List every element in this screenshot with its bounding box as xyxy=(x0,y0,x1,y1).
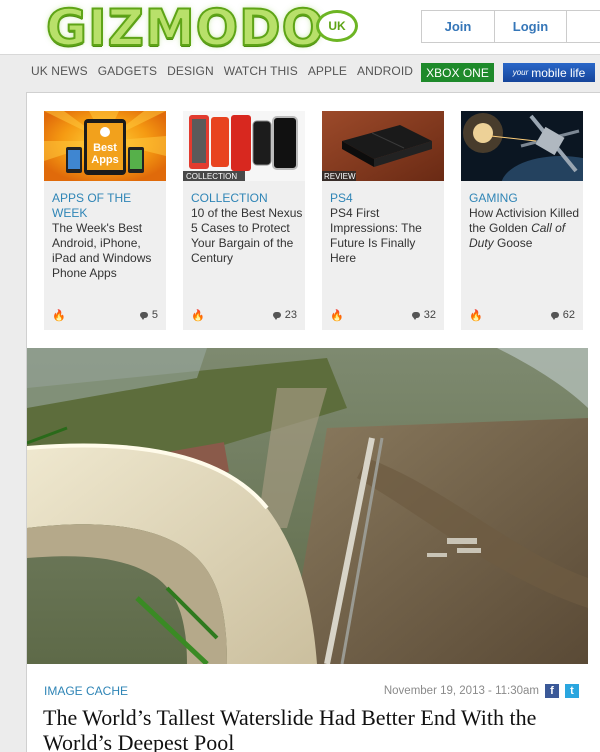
article-hero-image[interactable] xyxy=(27,348,588,664)
comment-count-value: 23 xyxy=(284,309,297,321)
card-ps4[interactable]: REVIEW PS4 PS4 First Impressions: The Fu… xyxy=(322,111,444,330)
card-category[interactable]: APPS OF THE WEEK xyxy=(52,191,162,221)
card-apps-of-the-week[interactable]: Best Apps APPS OF THE WEEK The Week's Be… xyxy=(44,111,166,330)
mobile-life-your: your xyxy=(512,68,529,77)
featured-cards: Best Apps APPS OF THE WEEK The Week's Be… xyxy=(44,111,583,330)
card-title[interactable]: 10 of the Best Nexus 5 Cases to Protect … xyxy=(191,206,305,266)
facebook-icon[interactable]: f xyxy=(545,684,559,698)
nav-item-design[interactable]: DESIGN xyxy=(167,64,214,82)
card-category[interactable]: COLLECTION xyxy=(191,191,301,206)
nav-item-watch-this[interactable]: WATCH THIS xyxy=(224,64,298,82)
gizmodo-logo[interactable]: GIZMODO xyxy=(45,0,325,57)
comment-count[interactable]: 62 xyxy=(550,309,575,321)
nav-item-gadgets[interactable]: GADGETS xyxy=(98,64,157,82)
card-thumbnail[interactable]: COLLECTION xyxy=(183,111,305,181)
article-category[interactable]: IMAGE CACHE xyxy=(44,684,128,698)
card-category[interactable]: GAMING xyxy=(469,191,579,206)
card-footer: 🔥 5 xyxy=(52,308,158,322)
card-footer: 🔥 32 xyxy=(330,308,436,322)
mobile-life-label: mobile life xyxy=(531,65,586,80)
comment-bubble-icon xyxy=(550,312,559,320)
comment-bubble-icon xyxy=(139,312,148,320)
card-image-label: REVIEW xyxy=(324,172,356,181)
login-button[interactable]: Login xyxy=(494,10,566,43)
card-image-label: COLLECTION xyxy=(186,172,237,181)
card-category[interactable]: PS4 xyxy=(330,191,440,206)
nav-item-apple[interactable]: APPLE xyxy=(308,64,347,82)
edition-badge: UK xyxy=(316,10,358,42)
flame-icon: 🔥 xyxy=(330,309,344,322)
card-title-post: Goose xyxy=(497,236,533,250)
card-footer: 🔥 23 xyxy=(191,308,297,322)
flame-icon: 🔥 xyxy=(52,309,66,322)
article-headline[interactable]: The World’s Tallest Waterslide Had Bette… xyxy=(43,705,588,752)
comment-count-value: 5 xyxy=(151,309,158,321)
comment-count[interactable]: 32 xyxy=(411,309,436,321)
card-thumbnail[interactable] xyxy=(461,111,583,181)
site-header: GIZMODO UK Join Login xyxy=(0,0,600,57)
article-meta: IMAGE CACHE November 19, 2013 - 11:30am … xyxy=(44,683,579,699)
comment-count[interactable]: 5 xyxy=(139,309,158,321)
card-collection[interactable]: COLLECTION COLLECTION 10 of the Best Nex… xyxy=(183,111,305,330)
card-footer: 🔥 62 xyxy=(469,308,575,322)
main-nav: UK NEWS GADGETS DESIGN WATCH THIS APPLE … xyxy=(31,64,413,82)
article-date: November 19, 2013 - 11:30am xyxy=(383,685,539,697)
twitter-icon[interactable]: t xyxy=(565,684,579,698)
mobile-life-button[interactable]: your mobile life xyxy=(503,63,595,82)
card-title[interactable]: The Week's Best Android, iPhone, iPad an… xyxy=(52,221,166,281)
svg-text:Apps: Apps xyxy=(91,154,119,166)
comment-bubble-icon xyxy=(411,312,420,320)
comment-count[interactable]: 23 xyxy=(272,309,297,321)
join-button[interactable]: Join xyxy=(421,10,494,43)
comment-count-value: 62 xyxy=(562,309,575,321)
flame-icon: 🔥 xyxy=(191,309,205,322)
svg-text:Best: Best xyxy=(93,142,117,154)
card-title[interactable]: How Activision Killed the Golden Call of… xyxy=(469,206,583,251)
comment-bubble-icon xyxy=(272,312,281,320)
card-title[interactable]: PS4 First Impressions: The Future Is Fin… xyxy=(330,206,444,266)
flame-icon: 🔥 xyxy=(469,309,483,322)
card-thumbnail[interactable]: REVIEW xyxy=(322,111,444,181)
content-panel: Best Apps APPS OF THE WEEK The Week's Be… xyxy=(26,92,600,752)
xbox-one-button[interactable]: XBOX ONE xyxy=(421,63,494,82)
nav-item-uk-news[interactable]: UK NEWS xyxy=(31,64,88,82)
card-gaming[interactable]: GAMING How Activision Killed the Golden … xyxy=(461,111,583,330)
comment-count-value: 32 xyxy=(423,309,436,321)
article-date-share: November 19, 2013 - 11:30am f t xyxy=(384,684,579,698)
card-thumbnail[interactable]: Best Apps xyxy=(44,111,166,181)
nav-item-android[interactable]: ANDROID xyxy=(357,64,413,82)
account-bar-end xyxy=(566,10,600,43)
